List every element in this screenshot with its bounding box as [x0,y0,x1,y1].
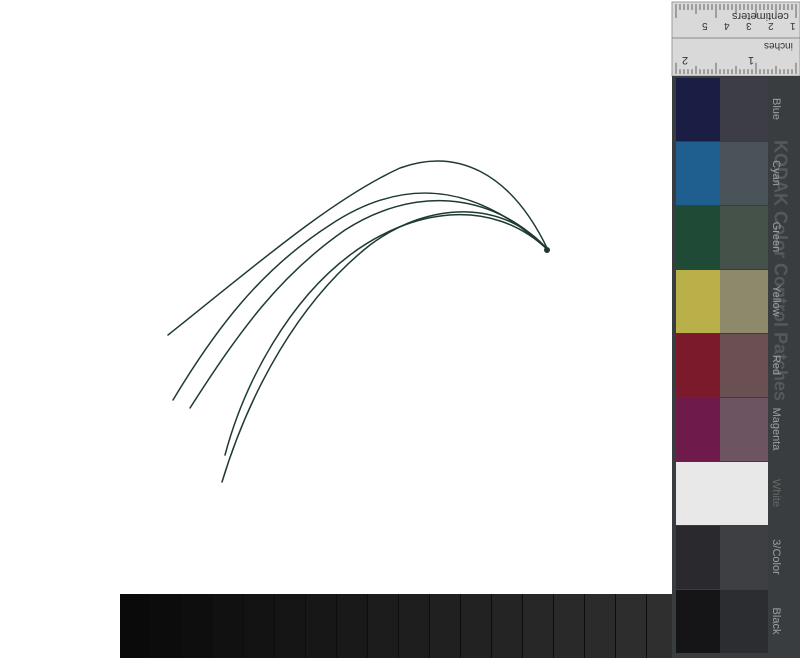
kodak-label: Green [770,221,782,253]
strip-band [585,594,615,658]
strip-band [275,594,305,658]
strand-knot [544,247,550,253]
cm-mark: 3 [746,20,752,31]
kodak-swatch-black [676,590,720,653]
scan-image: centimeters inches 1234512 KODAK Color C… [0,0,800,658]
kodak-label: Yellow [770,285,782,317]
kodak-swatch-white [676,462,720,525]
kodak-label: Cyan [770,160,782,186]
kodak-label: Black [770,607,782,635]
kodak-swatch-yellow [676,270,720,333]
kodak-label: Red [770,354,782,376]
kodak-tone-black [720,590,768,653]
strip-band [337,594,367,658]
strip-band [616,594,646,658]
specimen-canvas [120,1,800,658]
kodak-swatch-blue [676,78,720,141]
strand-2 [172,192,549,401]
kodak-tone-blue [720,78,768,141]
strip-band [430,594,460,658]
strip-band [492,594,522,658]
strip-band [368,594,398,658]
kodak-swatch-cyan [676,142,720,205]
kodak-label: Blue [770,97,782,121]
strip-band [213,594,243,658]
hair-strands-icon [167,160,550,483]
kodak-swatch-red [676,334,720,397]
strip-band [182,594,212,658]
strand-1 [167,160,549,336]
kodak-tone-magenta [720,398,768,461]
ruler-unit-bottom: inches [764,40,793,51]
strip-band [399,594,429,658]
kodak-tone-yellow [720,270,768,333]
strip-band [523,594,553,658]
kodak-label: White [770,478,782,508]
gray-scale-strip [120,594,678,658]
cm-mark: 2 [768,20,774,31]
kodak-tone-cyan [720,142,768,205]
kodak-patches [676,78,768,653]
kodak-tone-green [720,206,768,269]
kodak-tone-white [720,462,768,525]
kodak-swatch-magenta [676,398,720,461]
kodak-swatch-3color [676,526,720,589]
kodak-tone-red [720,334,768,397]
kodak-label: 3/Color [770,539,782,575]
inch-mark: 1 [748,54,755,66]
cm-mark: 5 [702,20,708,31]
ruler-unit-top: centimeters [732,10,789,22]
strip-band [461,594,491,658]
strand-3 [189,199,549,409]
strip-band [554,594,584,658]
kodak-tone-3color [720,526,768,589]
cm-mark: 1 [790,20,796,31]
strip-band [306,594,336,658]
inch-mark: 2 [682,54,689,66]
strip-band [244,594,274,658]
strip-band [151,594,181,658]
kodak-label: Magenta [770,407,782,451]
strip-band [120,594,150,658]
kodak-swatch-green [676,206,720,269]
cm-mark: 4 [724,20,730,31]
